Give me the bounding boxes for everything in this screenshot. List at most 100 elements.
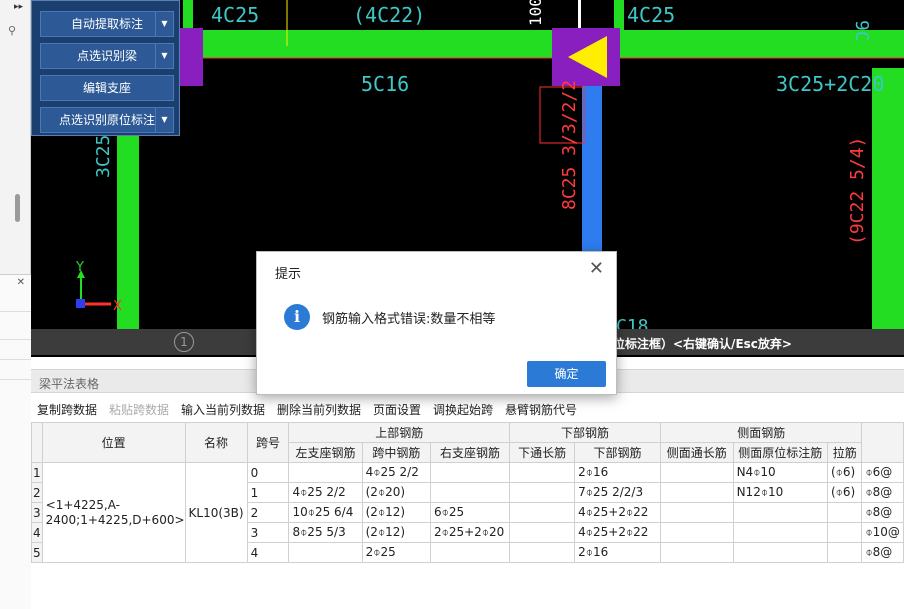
label-mid-right: 3C25+2C20	[776, 72, 884, 96]
bottom-bar-cell[interactable]: 4⌽25+2⌽22	[574, 502, 661, 523]
property-panel: ✕	[0, 274, 31, 609]
left-support-cell[interactable]	[288, 542, 363, 563]
bottom-through-cell[interactable]	[509, 482, 576, 503]
bottom-bar-cell[interactable]: 2⌽16	[574, 542, 661, 563]
close-icon[interactable]: ✕	[589, 260, 604, 278]
span-cell[interactable]: 3	[246, 522, 290, 543]
dropdown-caret-icon[interactable]: ▼	[155, 44, 173, 68]
stirrup-cell[interactable]: ⌽8@	[861, 502, 904, 523]
dropdown-caret-icon[interactable]: ▼	[155, 108, 173, 132]
bottom-bar-cell[interactable]: 4⌽25+2⌽22	[574, 522, 661, 543]
span-cell[interactable]: 1	[246, 482, 290, 503]
column-left	[179, 28, 203, 86]
mid-span-cell[interactable]: (2⌽12)	[361, 502, 432, 523]
left-support-cell[interactable]: 10⌽25 6/4	[288, 502, 363, 523]
tie-cell[interactable]	[826, 522, 863, 543]
info-icon: i	[284, 304, 310, 330]
copy-span-data-button[interactable]: 复制跨数据	[37, 401, 97, 418]
beam-top-right-stub	[614, 0, 624, 30]
side-orig-cell[interactable]	[732, 522, 828, 543]
support-column-white	[578, 0, 581, 30]
recognition-menu: 自动提取标注 ▼ 点选识别梁 ▼ 编辑支座 点选识别原位标注 ▼	[31, 0, 180, 136]
beam-top-left-stub	[183, 0, 193, 30]
beam-right-vertical	[872, 68, 904, 330]
header-top-rebar: 上部钢筋	[288, 422, 511, 443]
table-row[interactable]: 1 <1+4225,A-2400;1+4225,D+600> KL10(3B) …	[31, 462, 904, 563]
divider	[0, 339, 31, 340]
right-support-cell[interactable]: 2⌽25+2⌽20	[430, 522, 511, 543]
bottom-through-cell[interactable]	[509, 542, 576, 563]
input-column-data-button[interactable]: 输入当前列数据	[181, 401, 265, 418]
mid-span-cell[interactable]: 4⌽25 2/2	[361, 462, 432, 483]
label-top-mid: (4C22)	[353, 3, 425, 27]
beam-rebar-table: 位置 名称 跨号 上部钢筋 下部钢筋 侧面钢筋 左支座钢筋 跨中钢筋 右支座钢筋…	[31, 422, 904, 563]
side-through-cell[interactable]	[659, 482, 734, 503]
stirrup-cell[interactable]: ⌽10@	[861, 522, 904, 543]
dropdown-caret-icon[interactable]: ▼	[155, 12, 173, 36]
side-orig-cell[interactable]	[732, 542, 828, 563]
mid-span-cell[interactable]: 2⌽25	[361, 542, 432, 563]
label-rebar-vertical-2: (9C22 5/4)	[847, 137, 868, 245]
tie-cell[interactable]	[826, 502, 863, 523]
side-through-cell[interactable]	[659, 522, 734, 543]
side-through-cell[interactable]	[659, 502, 734, 523]
mid-span-cell[interactable]: (2⌽20)	[361, 482, 432, 503]
right-support-cell[interactable]: 6⌽25	[430, 502, 511, 523]
close-icon[interactable]: ✕	[17, 277, 25, 288]
pick-recognize-inplace-annotation-button[interactable]: 点选识别原位标注 ▼	[40, 107, 174, 133]
name-cell[interactable]: KL10(3B)	[184, 462, 248, 563]
page-setup-button[interactable]: 页面设置	[373, 401, 421, 418]
side-orig-cell[interactable]	[732, 502, 828, 523]
bottom-bar-cell[interactable]: 7⌽25 2/2/3	[574, 482, 661, 503]
divider	[0, 311, 31, 312]
bottom-through-cell[interactable]	[509, 502, 576, 523]
tie-cell[interactable]	[826, 542, 863, 563]
pick-recognize-beam-button[interactable]: 点选识别梁 ▼	[40, 43, 174, 69]
stirrup-cell[interactable]: ⌽8@	[861, 542, 904, 563]
span-cell[interactable]: 2	[246, 502, 290, 523]
ok-button[interactable]: 确定	[527, 361, 606, 387]
header-bottom-through: 下通长筋	[509, 442, 576, 463]
span-cell[interactable]: 4	[246, 542, 290, 563]
cantilever-rebar-code-button[interactable]: 悬臂钢筋代号	[505, 401, 577, 418]
bottom-through-cell[interactable]	[509, 462, 576, 483]
axis-x-label: X	[113, 299, 122, 314]
tie-cell[interactable]: (⌽6)	[826, 482, 863, 503]
stirrup-cell[interactable]: ⌽6@	[861, 462, 904, 483]
side-through-cell[interactable]	[659, 542, 734, 563]
header-left-support: 左支座钢筋	[288, 442, 363, 463]
span-cell[interactable]: 0	[246, 462, 290, 483]
sidebar-scrollbar[interactable]	[15, 194, 20, 222]
bottom-bar-cell[interactable]: 2⌽16	[574, 462, 661, 483]
edit-support-button[interactable]: 编辑支座	[40, 75, 174, 101]
side-orig-cell[interactable]: N4⌽10	[732, 462, 828, 483]
header-side-orig: 侧面原位标注筋	[732, 442, 828, 463]
paste-span-data-button[interactable]: 粘贴跨数据	[109, 401, 169, 418]
search-icon[interactable]: ⚲	[8, 24, 20, 37]
swap-start-span-button[interactable]: 调换起始跨	[433, 401, 493, 418]
header-right-support: 右支座钢筋	[430, 442, 511, 463]
left-support-cell[interactable]: 4⌽25 2/2	[288, 482, 363, 503]
expand-arrows-icon[interactable]: ▸▸	[14, 2, 23, 12]
side-orig-cell[interactable]: N12⌽10	[732, 482, 828, 503]
left-sidebar: ▸▸ ⚲ ✕	[0, 0, 31, 609]
divider	[0, 359, 31, 360]
status-prompt: 原位标注框）<右键确认/Esc放弃>	[601, 337, 792, 351]
right-support-cell[interactable]	[430, 482, 511, 503]
right-support-cell[interactable]	[430, 542, 511, 563]
stirrup-cell[interactable]: ⌽8@	[861, 482, 904, 503]
delete-column-data-button[interactable]: 删除当前列数据	[277, 401, 361, 418]
mid-span-cell[interactable]: (2⌽12)	[361, 522, 432, 543]
tie-cell[interactable]: (⌽6)	[826, 462, 863, 483]
header-bottom-bar: 下部钢筋	[574, 442, 661, 463]
label-top-vertical: 100	[526, 0, 545, 26]
left-support-cell[interactable]	[288, 462, 363, 483]
position-cell[interactable]: <1+4225,A-2400;1+4225,D+600>	[41, 462, 186, 563]
side-through-cell[interactable]	[659, 462, 734, 483]
label-top-left: 4C25	[211, 3, 259, 27]
auto-extract-annotation-button[interactable]: 自动提取标注 ▼	[40, 11, 174, 37]
left-support-cell[interactable]: 8⌽25 5/3	[288, 522, 363, 543]
label-rebar-vertical: 8C25 3/3/2/2	[559, 80, 580, 210]
right-support-cell[interactable]	[430, 462, 511, 483]
bottom-through-cell[interactable]	[509, 522, 576, 543]
